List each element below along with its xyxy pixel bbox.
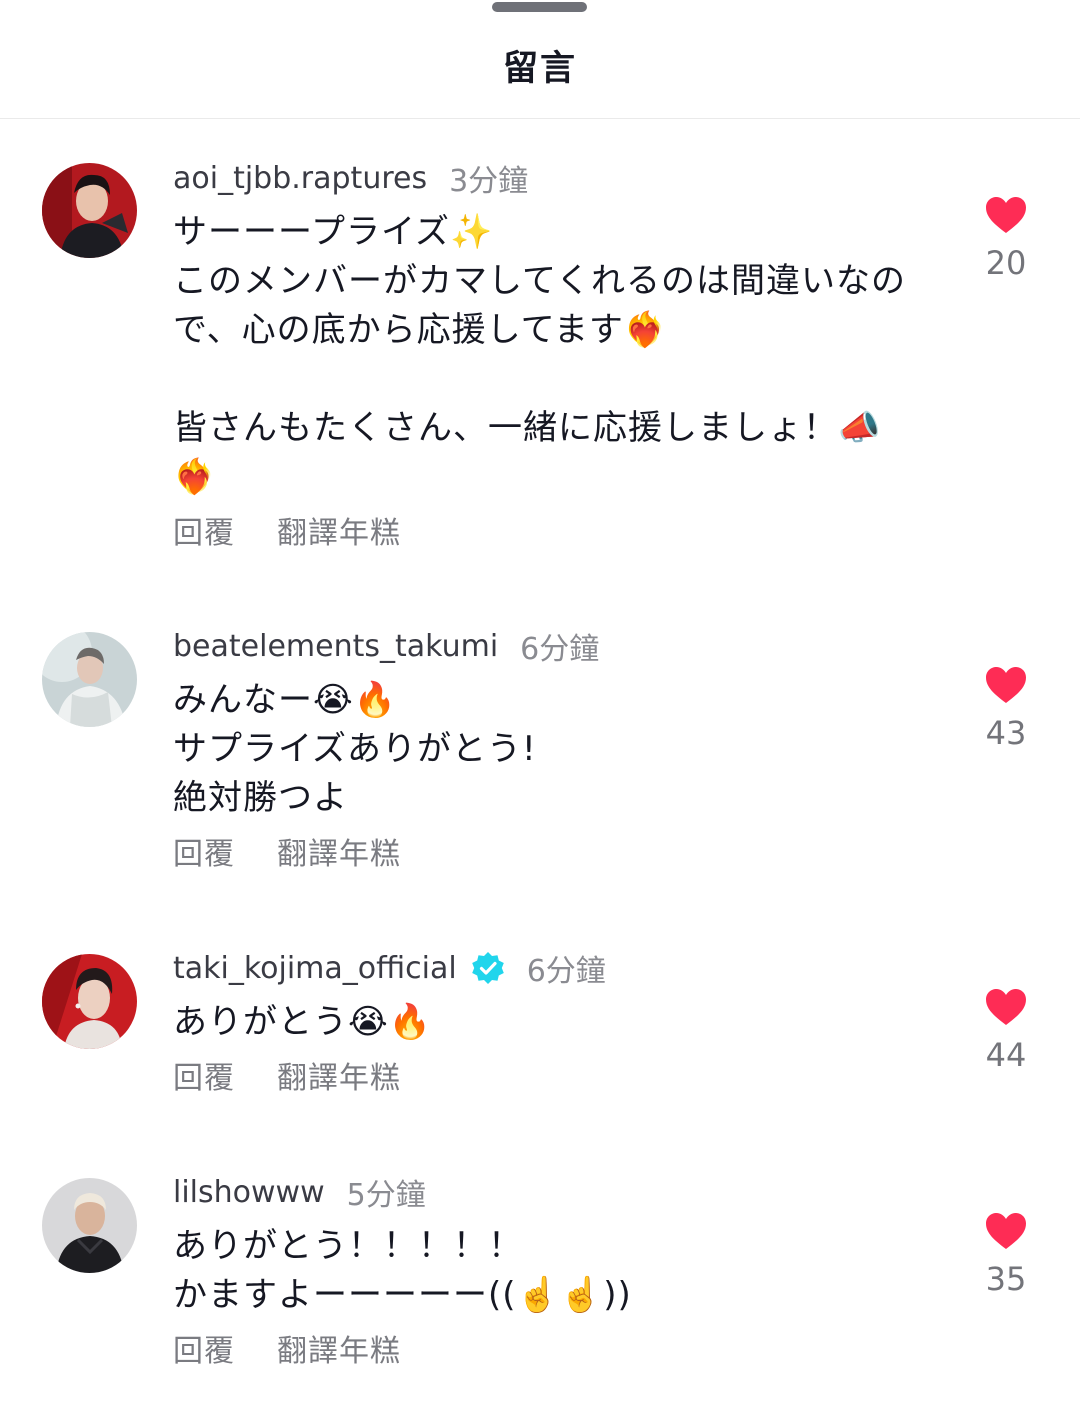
header-divider [0,118,1080,119]
comment-username[interactable]: taki_kojima_official [173,951,457,986]
like-control[interactable]: 44 [966,988,1046,1074]
reply-button[interactable]: 回覆 [173,1326,235,1370]
comment-timestamp: 6分鐘 [526,954,606,989]
comment-timestamp: 5分鐘 [346,1178,426,1213]
like-count: 20 [985,244,1027,282]
sheet-title: 留言 [502,49,577,89]
comment-timestamp: 3分鐘 [449,164,529,199]
comment-text: みんなー😭🔥 サプライズありがとう! 絶対勝つよ [173,680,537,818]
avatar[interactable] [42,1178,137,1273]
translate-button[interactable]: 翻譯年糕 [277,508,401,552]
like-count: 43 [985,714,1027,752]
verified-badge-icon [471,952,504,984]
translate-button[interactable]: 翻譯年糕 [277,1053,401,1097]
heart-icon[interactable] [985,666,1027,704]
like-count: 35 [985,1260,1027,1298]
translate-button[interactable]: 翻譯年糕 [277,1326,401,1370]
sheet-drag-handle[interactable] [492,2,587,12]
heart-icon[interactable] [985,1212,1027,1250]
heart-icon[interactable] [985,988,1027,1026]
translate-button[interactable]: 翻譯年糕 [277,829,401,873]
heart-icon[interactable] [985,196,1027,234]
avatar[interactable] [42,632,137,727]
comment-username[interactable]: beatelements_takumi [173,629,498,664]
like-control[interactable]: 43 [966,666,1046,752]
like-control[interactable]: 20 [966,196,1046,282]
comment-text: ありがとう😭🔥 [173,1002,433,1042]
reply-button[interactable]: 回覆 [173,508,235,552]
comment-text: サーーープライズ✨ このメンバーがカマしてくれるのは間違いなので、心の底から応援… [173,212,906,497]
avatar[interactable] [42,163,137,258]
comment-text: ありがとう！！！！！ かますよーーーーー((☝️☝️)) [173,1226,632,1315]
reply-button[interactable]: 回覆 [173,1053,235,1097]
like-control[interactable]: 35 [966,1212,1046,1298]
comment-username[interactable]: lilshowww [173,1175,325,1210]
comment-username[interactable]: aoi_tjbb.raptures [173,161,427,196]
like-count: 44 [985,1036,1027,1074]
comment-timestamp: 6分鐘 [520,632,600,667]
avatar[interactable] [42,954,137,1049]
reply-button[interactable]: 回覆 [173,829,235,873]
